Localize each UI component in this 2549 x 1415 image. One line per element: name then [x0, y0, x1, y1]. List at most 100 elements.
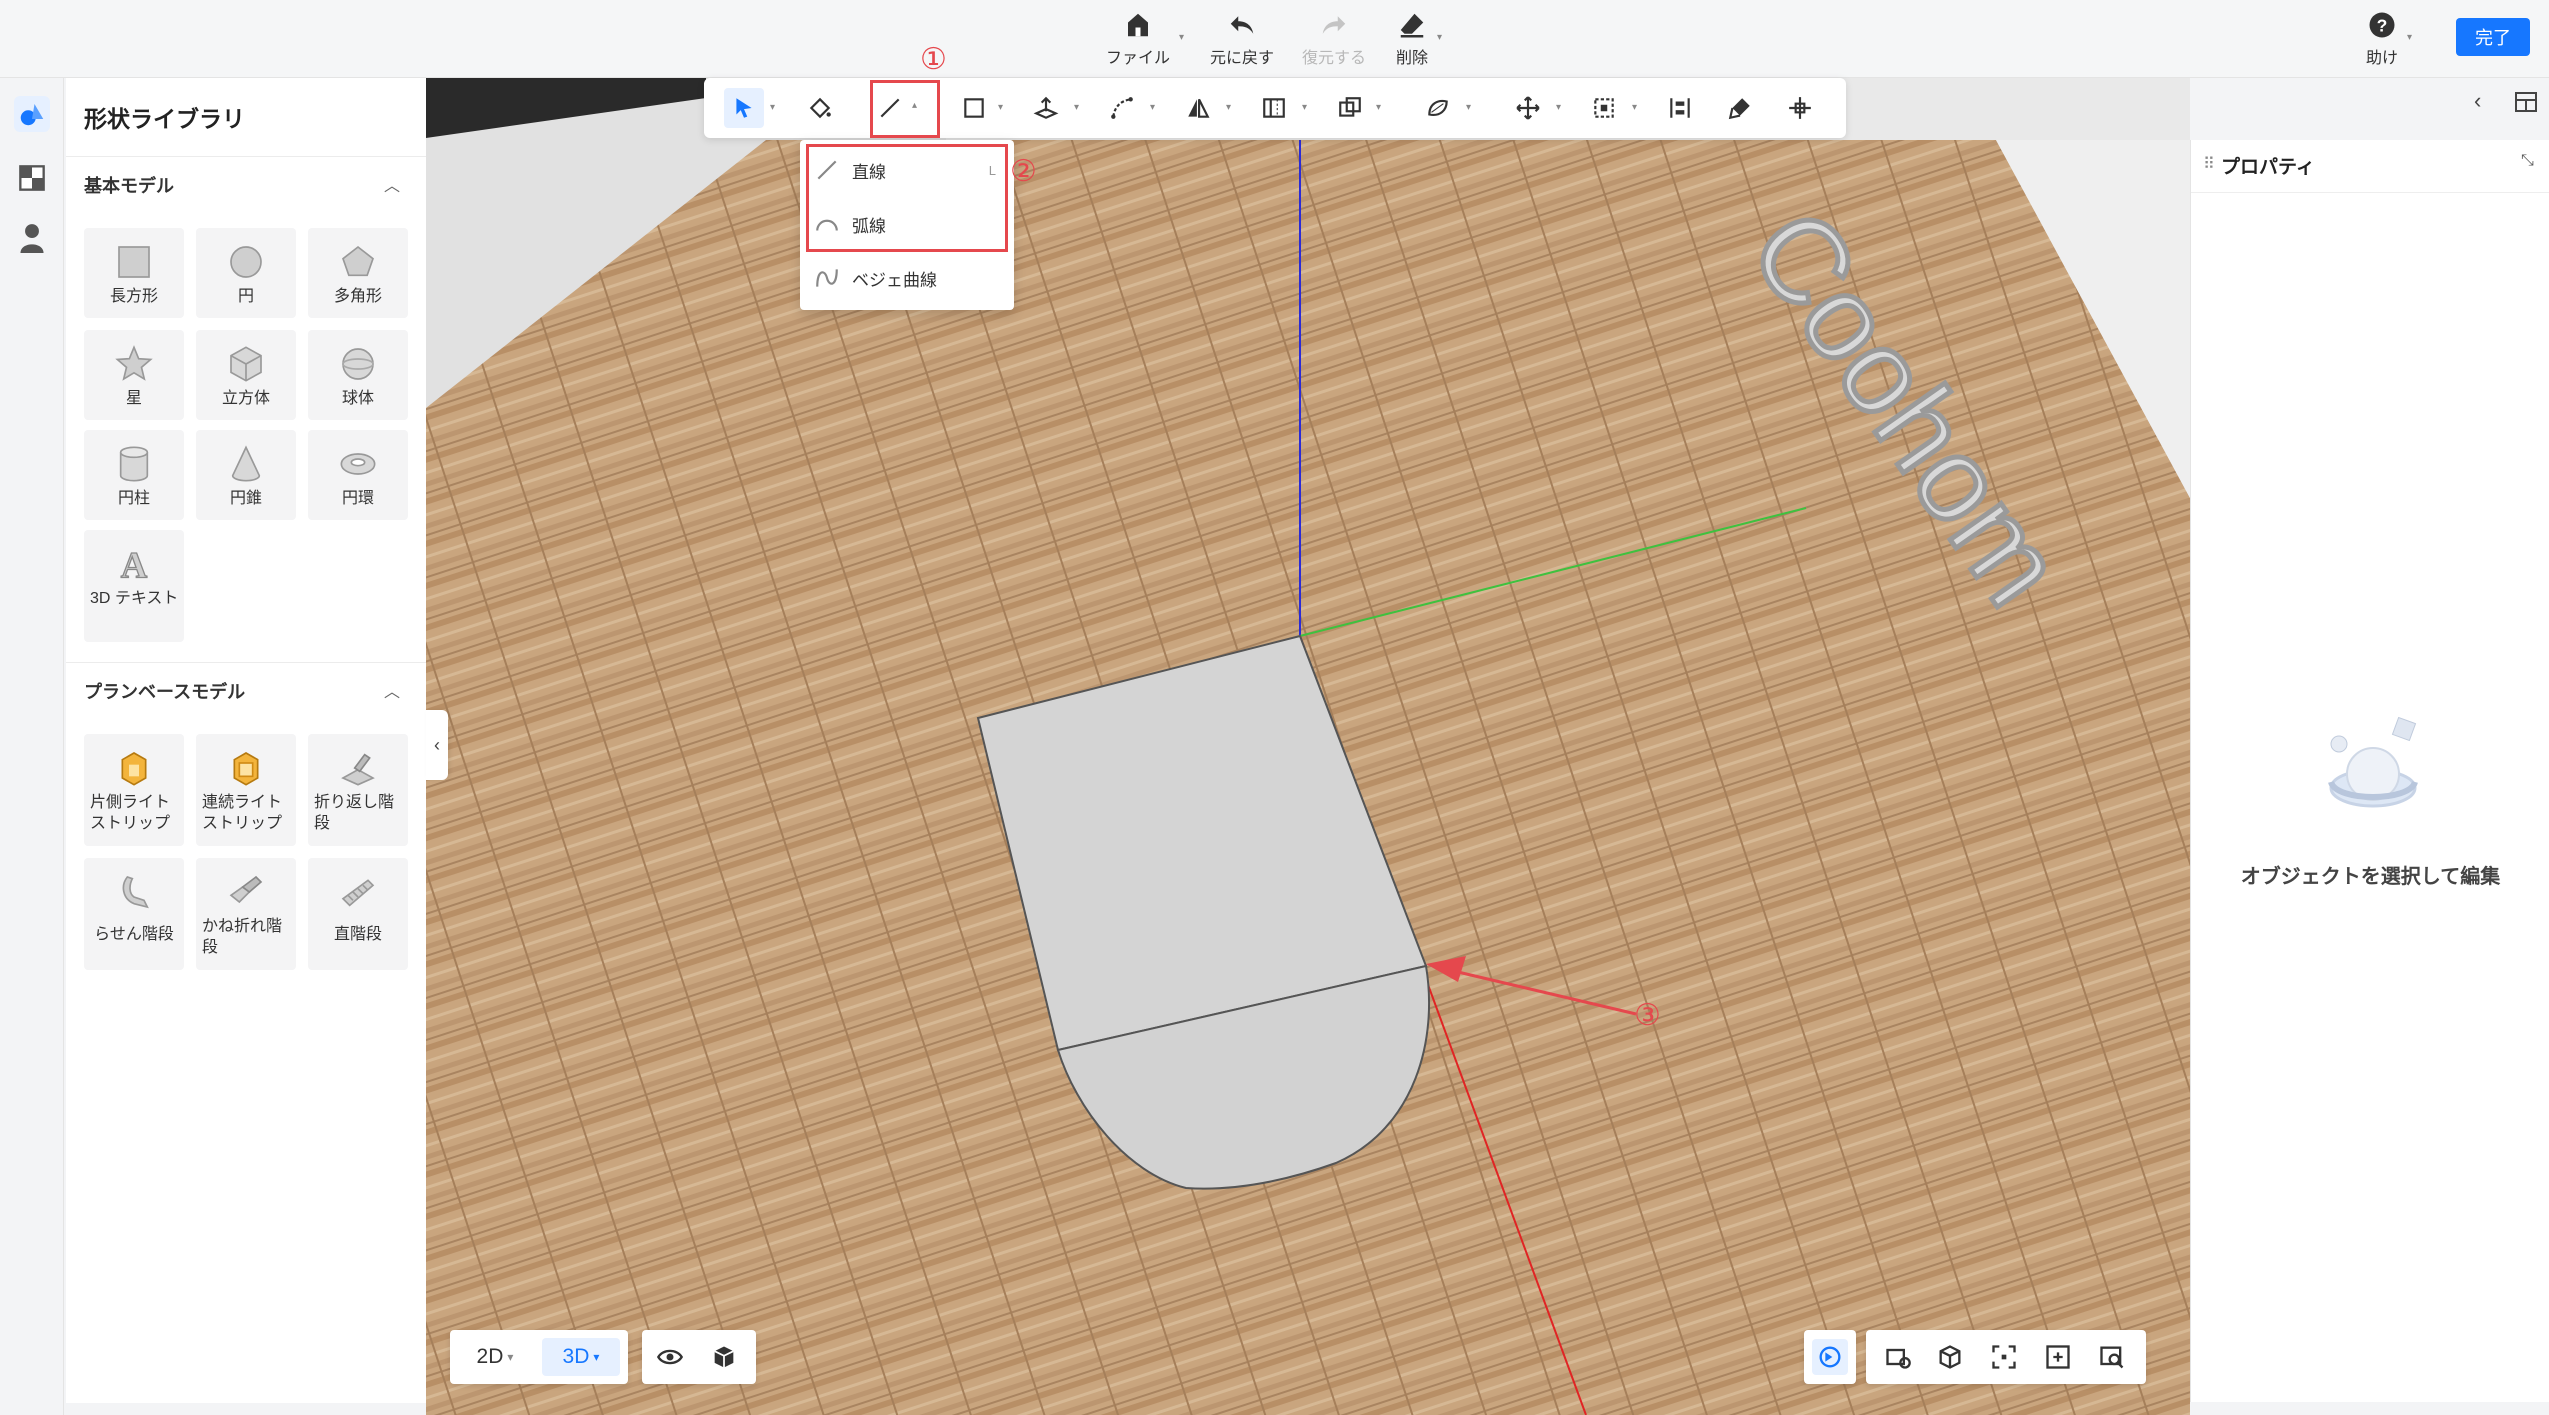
- chevron-down-icon[interactable]: ▾: [770, 102, 775, 113]
- 2d-view-button[interactable]: 2D ▾: [458, 1338, 532, 1376]
- tile-label: 3D テキスト: [90, 590, 179, 607]
- tile-polygon[interactable]: 多角形: [308, 228, 408, 318]
- help-icon: ?: [2369, 12, 2395, 38]
- shape-library-panel: 形状ライブラリ 基本モデル ︿ 長方形 円 多角形 星 立方体 球体 円柱 円錐…: [66, 78, 426, 1403]
- box-view-button[interactable]: [706, 1339, 742, 1375]
- left-icon-rail: [0, 78, 64, 1415]
- redo-button[interactable]: 復元する: [1302, 10, 1366, 68]
- chevron-down-icon[interactable]: ▾: [1632, 102, 1637, 113]
- eye-button[interactable]: [652, 1339, 688, 1375]
- tile-cylinder[interactable]: 円柱: [84, 430, 184, 520]
- tile-straight-stairs[interactable]: 直階段: [308, 858, 408, 970]
- tile-sphere[interactable]: 球体: [308, 330, 408, 420]
- tile-label: らせん階段: [94, 926, 174, 943]
- zoom-box-icon: [2046, 1345, 2070, 1369]
- shapes-tab-icon[interactable]: [14, 96, 50, 132]
- push-pull-tool[interactable]: [1026, 88, 1066, 128]
- tile-3d-text[interactable]: A 3D テキスト: [84, 530, 184, 642]
- view-mode-switch: 2D ▾ 3D ▾: [450, 1330, 628, 1384]
- tile-label: 円環: [341, 490, 374, 507]
- move-tool[interactable]: [1508, 88, 1548, 128]
- scene-canvas[interactable]: Coohom: [426, 78, 2190, 1415]
- chevron-down-icon[interactable]: ▾: [998, 102, 1003, 113]
- 3d-viewport[interactable]: Coohom ③: [426, 78, 2190, 1415]
- tile-circle[interactable]: 円: [196, 228, 296, 318]
- tile-single-light-strip[interactable]: 片側ライトストリップ: [84, 734, 184, 846]
- camera-settings-icon: [1886, 1348, 1911, 1369]
- orbit-button[interactable]: [1812, 1339, 1848, 1375]
- layout-icon[interactable]: [2514, 90, 2538, 114]
- help-button[interactable]: ? 助け ▾: [2366, 10, 2412, 68]
- array-tool[interactable]: [1254, 88, 1294, 128]
- chevron-down-icon[interactable]: ▾: [1302, 102, 1307, 113]
- tile-torus[interactable]: 円環: [308, 430, 408, 520]
- tile-l-shaped-stairs[interactable]: かね折れ階段: [196, 858, 296, 970]
- chevron-down-icon[interactable]: ▾: [1556, 102, 1561, 113]
- delete-button[interactable]: 削除 ▾: [1396, 10, 1442, 68]
- fit-screen-icon: [1992, 1345, 2016, 1369]
- pentagon-icon: [342, 245, 374, 277]
- chevron-up-icon[interactable]: ︿: [384, 678, 400, 702]
- array-icon: [1263, 98, 1285, 118]
- chevron-down-icon[interactable]: ▾: [1376, 102, 1381, 113]
- chevron-down-icon[interactable]: ▾: [1466, 102, 1471, 113]
- camera-settings-button[interactable]: [1880, 1339, 1916, 1375]
- brush-tool[interactable]: [1720, 88, 1760, 128]
- redo-icon: [1322, 16, 1346, 34]
- tile-switchback-stairs[interactable]: 折り返し階段: [308, 734, 408, 846]
- pan-tool[interactable]: [1780, 88, 1820, 128]
- mirror-tool[interactable]: [1178, 88, 1218, 128]
- tile-label: 円: [237, 288, 254, 305]
- chevron-left-icon[interactable]: ‹: [2474, 88, 2481, 114]
- tile-label: かね折れ階段: [202, 918, 283, 956]
- tile-cone[interactable]: 円錐: [196, 430, 296, 520]
- minimize-icon[interactable]: ⤡: [2521, 152, 2534, 170]
- empty-state-illustration: [2328, 716, 2418, 808]
- chevron-down-icon: ▾: [1178, 32, 1185, 43]
- plan-models-heading: プランベースモデル: [84, 682, 246, 702]
- cylinder-icon: [119, 446, 149, 482]
- group-tool[interactable]: [1330, 88, 1370, 128]
- tile-label: 折り返し階段: [314, 794, 395, 832]
- paint-tool[interactable]: [800, 88, 840, 128]
- annotation-box-line-tool: [870, 80, 940, 138]
- spiral-stairs-icon: [122, 876, 149, 909]
- tile-star[interactable]: 星: [84, 330, 184, 420]
- surface-tool[interactable]: [1418, 88, 1458, 128]
- tile-rectangle[interactable]: 長方形: [84, 228, 184, 318]
- done-button[interactable]: 完了: [2456, 18, 2530, 56]
- cube-view-button[interactable]: [1932, 1339, 1968, 1375]
- drag-handle-icon[interactable]: ⠿: [2203, 154, 2215, 174]
- file-menu-button[interactable]: ファイル ▾: [1106, 10, 1184, 68]
- zoom-selection-button[interactable]: [2040, 1339, 2076, 1375]
- material-tab-icon[interactable]: [14, 160, 50, 196]
- tile-cube[interactable]: 立方体: [196, 330, 296, 420]
- top-bar: ファイル ▾ 元に戻す 復元する 削除 ▾ ? 助け ▾ 完了: [0, 0, 2549, 78]
- tile-continuous-light-strip[interactable]: 連続ライトストリップ: [196, 734, 296, 846]
- undo-button[interactable]: 元に戻す: [1210, 10, 1274, 68]
- cube-icon: [230, 346, 262, 382]
- select-tool[interactable]: [724, 88, 764, 128]
- basic-models-heading: 基本モデル: [84, 176, 174, 196]
- paint-bucket-icon: [809, 97, 831, 119]
- chevron-down-icon[interactable]: ▾: [1074, 102, 1079, 113]
- sphere-icon: [342, 348, 374, 380]
- search-view-button[interactable]: [2094, 1339, 2130, 1375]
- scale-tool[interactable]: [1584, 88, 1624, 128]
- 3d-view-button[interactable]: 3D ▾: [542, 1338, 620, 1376]
- collapse-panel-button[interactable]: ‹: [426, 710, 448, 780]
- offset-tool[interactable]: [1102, 88, 1142, 128]
- search-icon: [2100, 1346, 2124, 1369]
- tile-spiral-stairs[interactable]: らせん階段: [84, 858, 184, 970]
- stairs-icon: [341, 753, 375, 786]
- rectangle-tool[interactable]: [954, 88, 994, 128]
- user-tab-icon[interactable]: [14, 220, 50, 256]
- chevron-up-icon[interactable]: ︿: [384, 172, 400, 196]
- chevron-down-icon[interactable]: ▾: [1150, 102, 1155, 113]
- menu-item-bezier[interactable]: ベジェ曲線: [814, 256, 1004, 300]
- text-a-icon: A: [120, 544, 148, 584]
- visibility-controls: [642, 1330, 756, 1384]
- chevron-down-icon[interactable]: ▾: [1226, 102, 1231, 113]
- fit-view-button[interactable]: [1986, 1339, 2022, 1375]
- align-tool[interactable]: [1660, 88, 1700, 128]
